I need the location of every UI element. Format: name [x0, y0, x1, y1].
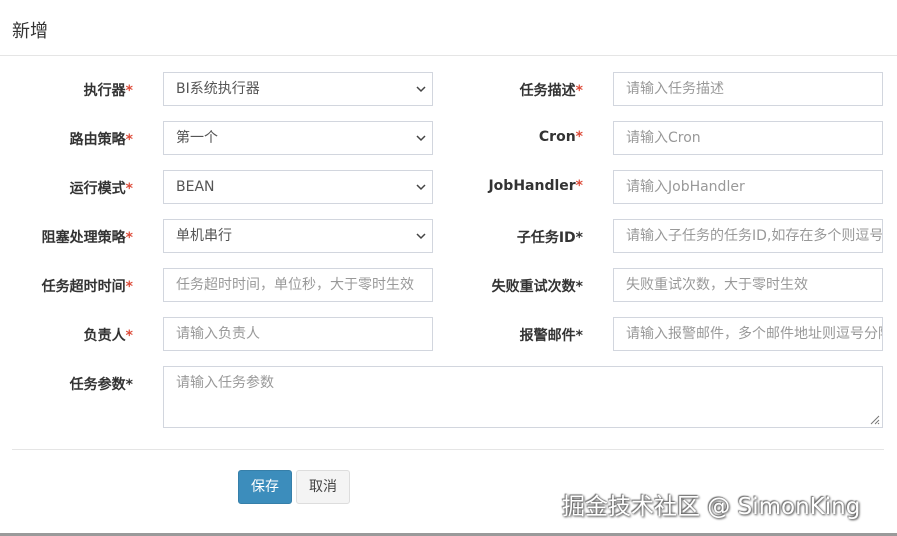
run-mode-label: 运行模式*: [40, 178, 133, 198]
required-mark: *: [125, 132, 133, 148]
jobhandler-label: JobHandler*: [460, 178, 583, 194]
required-mark: *: [125, 279, 133, 295]
cron-input[interactable]: 请输入Cron: [613, 121, 883, 155]
cron-label-text: Cron: [538, 129, 576, 145]
required-mark: *: [125, 377, 133, 393]
owner-input[interactable]: 请输入负责人: [163, 317, 433, 351]
run-mode-label-text: 运行模式: [69, 181, 126, 197]
cron-label: Cron*: [470, 129, 583, 145]
chevron-down-icon: [416, 135, 426, 142]
owner-label-text: 负责人: [83, 328, 126, 344]
task-desc-label-text: 任务描述: [519, 83, 576, 99]
child-job-id-input[interactable]: 请输入子任务的任务ID,如存在多个则逗号分隔: [613, 219, 883, 253]
alarm-email-label-text: 报警邮件: [519, 328, 576, 344]
executor-label-text: 执行器: [83, 83, 126, 99]
route-strategy-label-text: 路由策略: [69, 132, 126, 148]
modal-title: 新增: [12, 21, 48, 42]
required-mark: *: [575, 279, 583, 295]
cron-input-placeholder: 请输入Cron: [626, 130, 701, 146]
save-button[interactable]: 保存: [238, 470, 292, 504]
required-mark: *: [575, 83, 583, 99]
form-divider: [12, 449, 884, 450]
params-textarea[interactable]: 请输入任务参数: [163, 366, 883, 428]
params-textarea-placeholder: 请输入任务参数: [176, 375, 274, 391]
required-mark: *: [125, 83, 133, 99]
owner-label: 负责人*: [40, 325, 133, 345]
block-strategy-label: 阻塞处理策略*: [20, 227, 133, 247]
task-desc-input[interactable]: 请输入任务描述: [613, 72, 883, 106]
modal-header: 新增: [0, 0, 897, 56]
route-strategy-select-value: 第一个: [176, 130, 218, 146]
cancel-button[interactable]: 取消: [296, 470, 350, 504]
timeout-label: 任务超时时间*: [20, 276, 133, 296]
retry-count-input-placeholder: 失败重试次数，大于零时生效: [626, 277, 808, 293]
route-strategy-select[interactable]: 第一个: [163, 121, 433, 155]
params-label-text: 任务参数: [69, 377, 126, 393]
child-job-id-label-text: 子任务ID: [516, 230, 576, 246]
required-mark: *: [125, 230, 133, 246]
jobhandler-input[interactable]: 请输入JobHandler: [613, 170, 883, 204]
required-mark: *: [125, 181, 133, 197]
child-job-id-input-placeholder: 请输入子任务的任务ID,如存在多个则逗号分隔: [626, 228, 883, 244]
executor-select-value: BI系统执行器: [176, 81, 260, 97]
task-desc-label: 任务描述*: [470, 80, 583, 100]
retry-count-input[interactable]: 失败重试次数，大于零时生效: [613, 268, 883, 302]
route-strategy-label: 路由策略*: [40, 129, 133, 149]
task-desc-input-placeholder: 请输入任务描述: [626, 81, 724, 97]
resize-grip-icon[interactable]: [868, 413, 880, 425]
run-mode-select-value: BEAN: [176, 179, 215, 195]
timeout-label-text: 任务超时时间: [41, 279, 126, 295]
alarm-email-input[interactable]: 请输入报警邮件，多个邮件地址则逗号分隔: [613, 317, 883, 351]
required-mark: *: [575, 328, 583, 344]
child-job-id-label: 子任务ID*: [470, 227, 583, 247]
block-strategy-select[interactable]: 单机串行: [163, 219, 433, 253]
chevron-down-icon: [416, 86, 426, 93]
block-strategy-label-text: 阻塞处理策略: [41, 230, 126, 246]
required-mark: *: [575, 230, 583, 246]
chevron-down-icon: [416, 233, 426, 240]
alarm-email-label: 报警邮件*: [470, 325, 583, 345]
retry-count-label-text: 失败重试次数: [491, 279, 576, 295]
owner-input-placeholder: 请输入负责人: [176, 326, 260, 342]
params-label: 任务参数*: [40, 374, 133, 394]
retry-count-label: 失败重试次数*: [460, 276, 583, 296]
timeout-input-placeholder: 任务超时时间，单位秒，大于零时生效: [176, 277, 414, 293]
required-mark: *: [575, 178, 583, 194]
required-mark: *: [125, 328, 133, 344]
jobhandler-input-placeholder: 请输入JobHandler: [626, 179, 745, 195]
watermark: 掘金技术社区 @ SimonKing: [562, 494, 861, 520]
run-mode-select[interactable]: BEAN: [163, 170, 433, 204]
timeout-input[interactable]: 任务超时时间，单位秒，大于零时生效: [163, 268, 433, 302]
executor-select[interactable]: BI系统执行器: [163, 72, 433, 106]
jobhandler-label-text: JobHandler: [488, 178, 576, 194]
alarm-email-input-placeholder: 请输入报警邮件，多个邮件地址则逗号分隔: [626, 326, 883, 342]
required-mark: *: [575, 129, 583, 145]
executor-label: 执行器*: [40, 80, 133, 100]
block-strategy-select-value: 单机串行: [176, 228, 232, 244]
chevron-down-icon: [416, 184, 426, 191]
